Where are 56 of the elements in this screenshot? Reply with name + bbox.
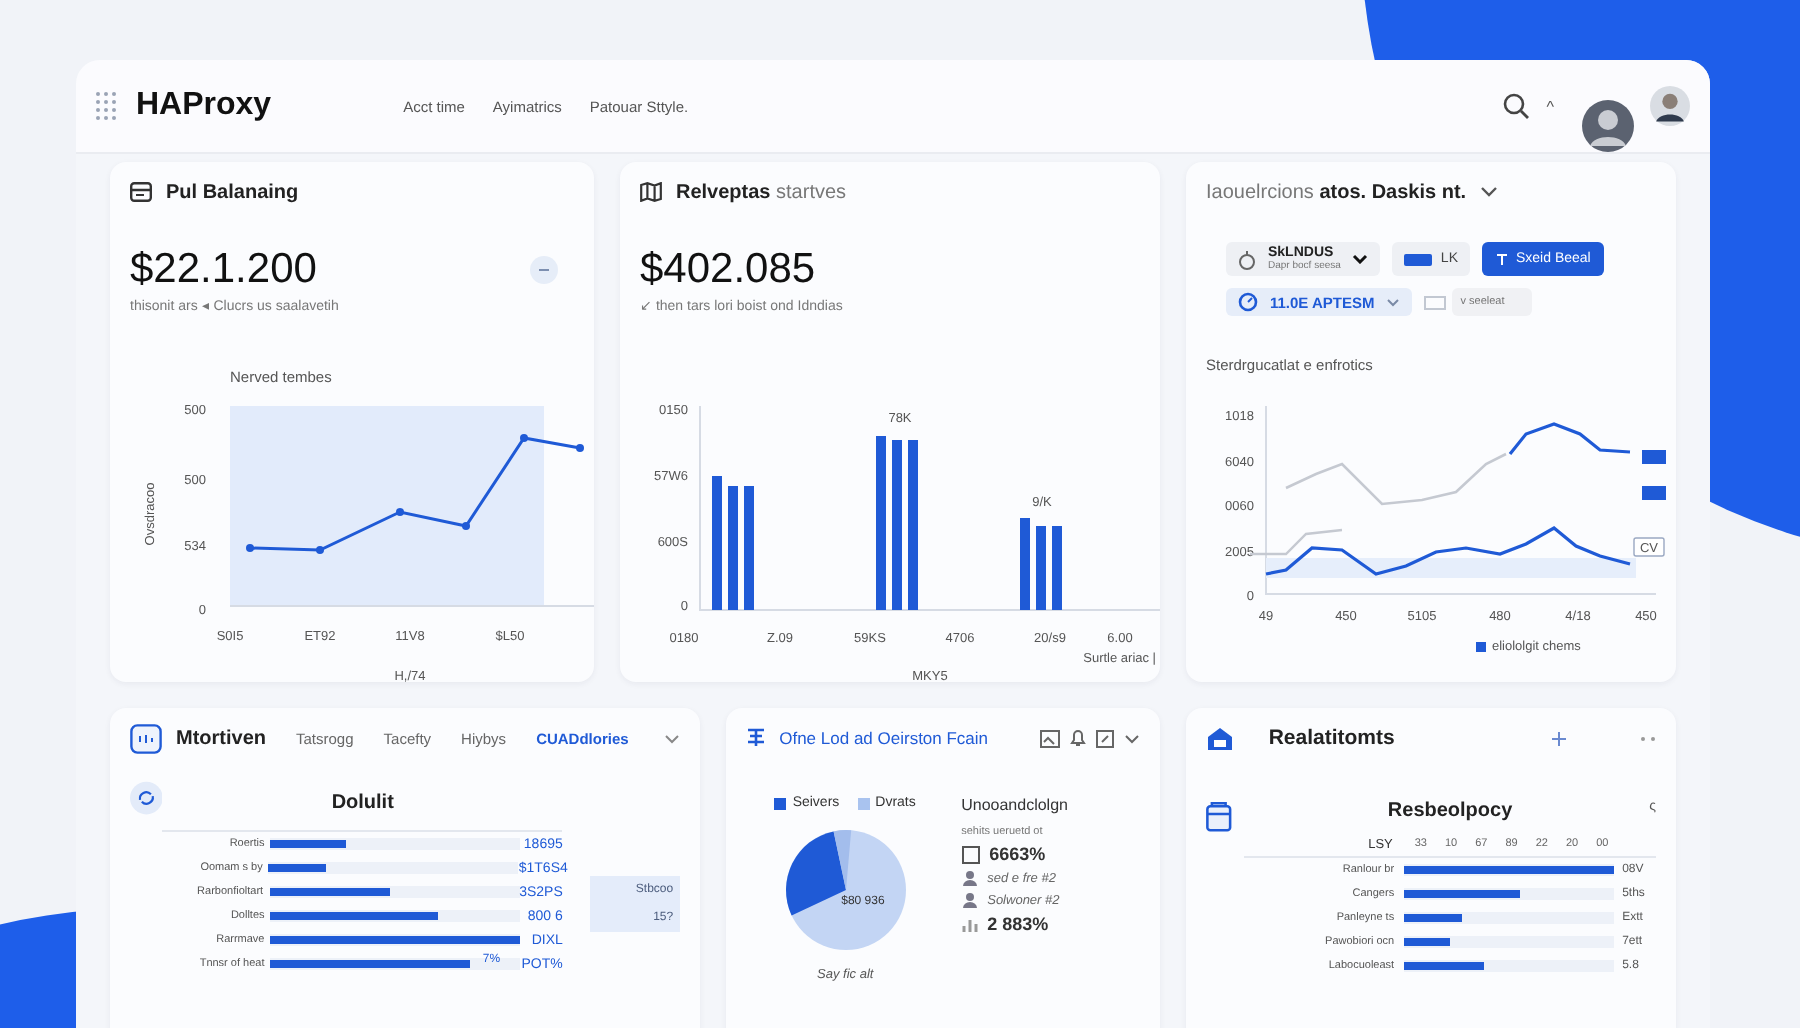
metric-value: $402.085 bbox=[640, 246, 818, 294]
legend-swatch bbox=[1476, 642, 1486, 652]
chevron-down-icon[interactable] bbox=[663, 733, 680, 743]
bar bbox=[744, 486, 754, 610]
user-icon bbox=[961, 892, 978, 908]
refresh-icon[interactable] bbox=[130, 780, 163, 816]
edit-icon[interactable] bbox=[1096, 729, 1115, 747]
card-title: Iaouelrcions atos. Daskis nt. bbox=[1206, 181, 1467, 203]
monitor-icon bbox=[130, 723, 162, 753]
legend-swatch bbox=[857, 797, 870, 809]
section-heading: Dolulit bbox=[329, 792, 396, 814]
bar bbox=[1036, 526, 1046, 610]
bar bbox=[1052, 526, 1062, 610]
bar bbox=[712, 476, 722, 610]
bar bbox=[1020, 518, 1030, 610]
chevron-down-icon bbox=[1352, 254, 1369, 264]
brand-logo: HAProxy bbox=[136, 88, 272, 124]
pie-chart bbox=[781, 826, 910, 954]
clock-icon bbox=[1238, 292, 1258, 312]
avatar[interactable] bbox=[1582, 100, 1634, 152]
bar bbox=[728, 486, 738, 610]
more-icon[interactable] bbox=[1640, 735, 1656, 741]
chevron-down-icon[interactable] bbox=[1124, 733, 1141, 743]
chevron-down-icon[interactable] bbox=[1480, 186, 1499, 198]
server-icon bbox=[745, 728, 766, 748]
bucket-icon bbox=[1206, 800, 1233, 832]
card-title: Relveptas startves bbox=[676, 181, 847, 203]
checkbox[interactable] bbox=[961, 845, 980, 863]
legend-swatch bbox=[774, 797, 787, 809]
card-title: Ofne Lod ad Oeirston Fcain bbox=[779, 728, 989, 748]
minus-icon[interactable] bbox=[530, 256, 558, 284]
bell-icon[interactable] bbox=[1070, 728, 1087, 748]
box-icon bbox=[1424, 295, 1447, 309]
metric-value: $22.1.200 bbox=[130, 246, 319, 294]
legend-swatch bbox=[1642, 486, 1666, 500]
legend-swatch bbox=[1642, 450, 1666, 464]
card-title: Realatitomts bbox=[1268, 726, 1395, 750]
caret-icon[interactable]: ^ bbox=[1546, 97, 1554, 115]
plus-icon[interactable] bbox=[1552, 731, 1566, 745]
search-icon[interactable] bbox=[1502, 92, 1531, 120]
window-icon bbox=[130, 182, 152, 202]
user-icon bbox=[961, 870, 978, 886]
card-title: Pul Balanaing bbox=[166, 181, 299, 203]
chart-icon bbox=[961, 916, 978, 932]
stat-value: 2 883% bbox=[987, 914, 1049, 934]
home-icon bbox=[1206, 725, 1235, 751]
stat-value: 6663% bbox=[989, 844, 1046, 864]
t-icon bbox=[1495, 253, 1508, 265]
chevron-down-icon bbox=[1386, 297, 1401, 307]
map-icon bbox=[640, 182, 662, 202]
section-heading: Unooandclolgn bbox=[961, 796, 1068, 814]
section-heading: Resbeolpocy bbox=[1387, 800, 1513, 822]
image-icon[interactable] bbox=[1040, 729, 1061, 747]
tag-icon bbox=[1404, 253, 1433, 265]
avatar[interactable] bbox=[1650, 86, 1690, 126]
card-title: Mtortiven bbox=[176, 727, 266, 749]
